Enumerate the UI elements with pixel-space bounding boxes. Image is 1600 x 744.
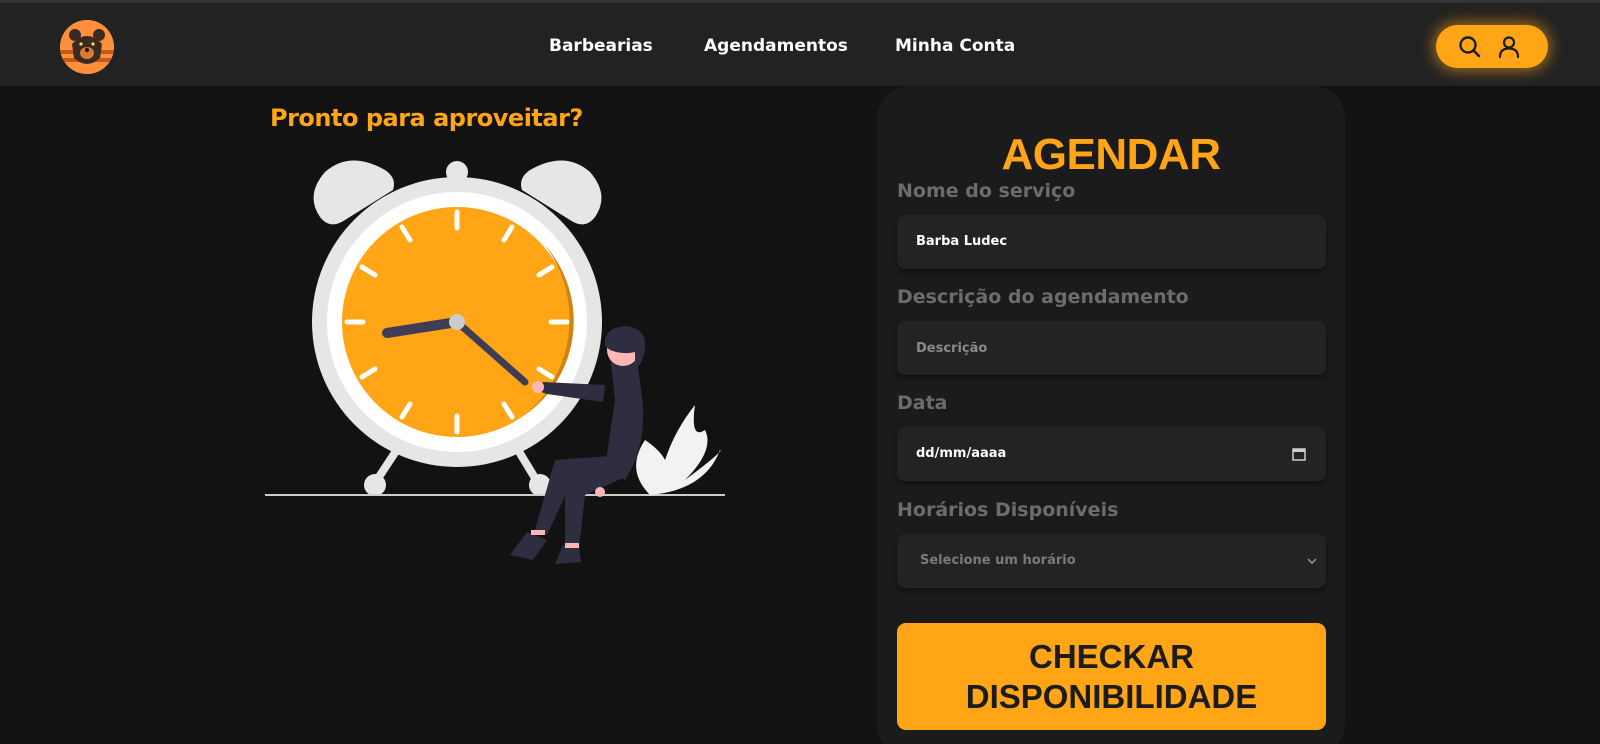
alarm-clock-illustration: [265, 160, 725, 564]
date-label: Data: [897, 392, 948, 414]
service-label: Nome do serviço: [897, 180, 1076, 202]
header-actions: [1436, 25, 1548, 68]
user-icon[interactable]: [1496, 34, 1522, 60]
main-nav: Barbearias Agendamentos Minha Conta: [0, 36, 1600, 60]
nav-barbearias[interactable]: Barbearias: [549, 36, 653, 56]
service-name-input[interactable]: Barba Ludec: [897, 215, 1326, 269]
check-availability-button[interactable]: CHECKAR DISPONIBILIDADE: [897, 623, 1326, 730]
description-label: Descrição do agendamento: [897, 286, 1189, 308]
form-title: AGENDAR: [1001, 130, 1221, 179]
time-select-value: Selecione um horário: [920, 553, 1076, 568]
description-input[interactable]: [897, 321, 1326, 375]
date-placeholder: dd/mm/aaaa: [916, 446, 1007, 461]
nav-minha-conta[interactable]: Minha Conta: [895, 36, 1015, 56]
times-label: Horários Disponíveis: [897, 499, 1119, 521]
service-name-value: Barba Ludec: [916, 234, 1008, 249]
nav-agendamentos[interactable]: Agendamentos: [704, 36, 848, 56]
calendar-icon[interactable]: [1292, 447, 1306, 461]
chevron-down-icon: [1307, 558, 1317, 565]
search-icon[interactable]: [1457, 34, 1483, 60]
top-header: Barbearias Agendamentos Minha Conta: [0, 0, 1600, 86]
promo-title: Pronto para aproveitar?: [270, 104, 583, 132]
date-input[interactable]: dd/mm/aaaa: [897, 427, 1326, 481]
time-select[interactable]: Selecione um horário: [897, 534, 1326, 588]
